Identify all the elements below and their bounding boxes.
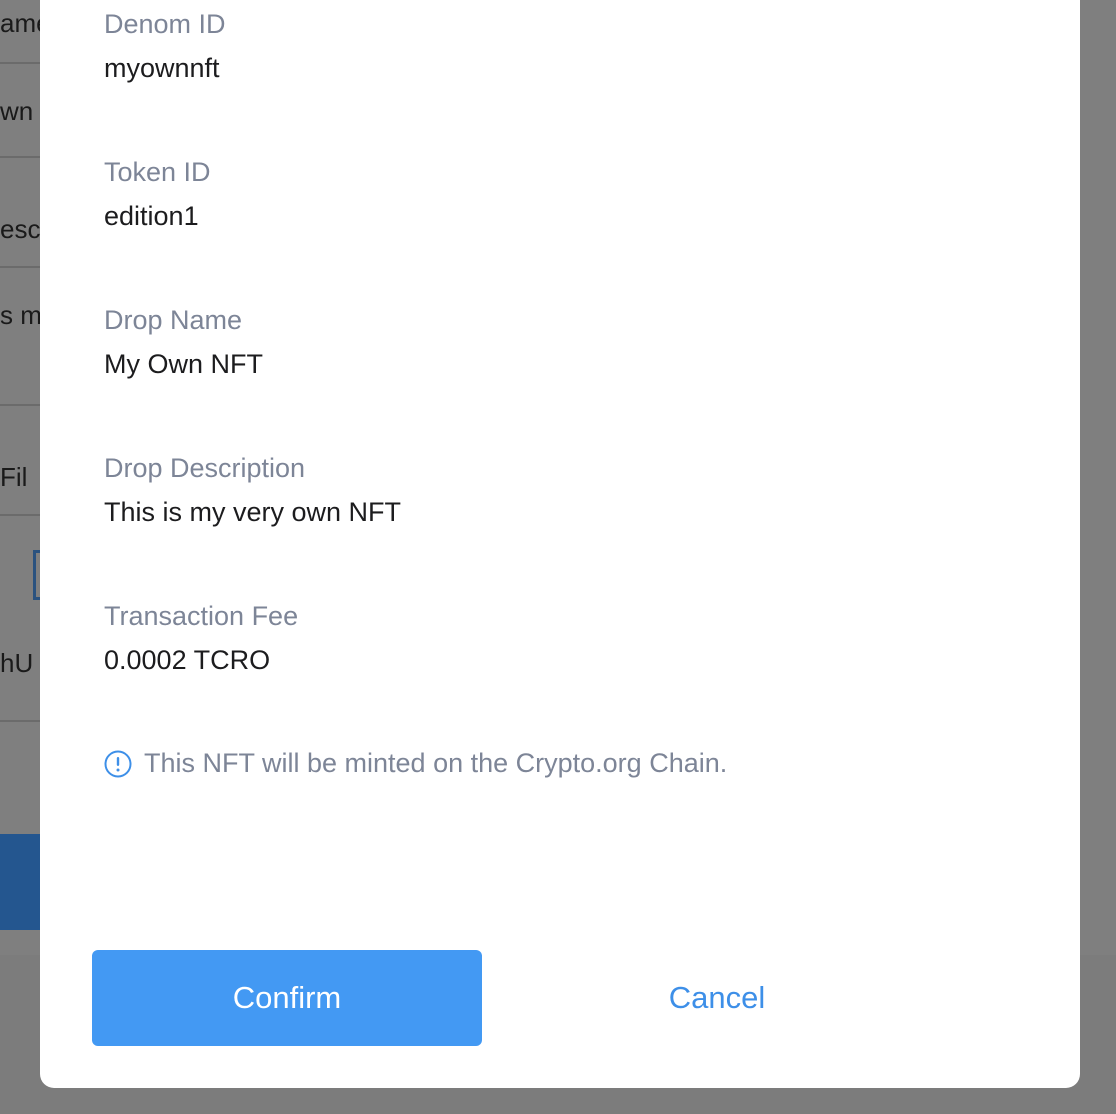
field-label: Drop Name bbox=[104, 305, 243, 335]
background-divider bbox=[0, 404, 40, 406]
field-label: Drop Description bbox=[104, 453, 306, 483]
field-transaction-fee: Transaction Fee 0.0002 TCRO bbox=[104, 600, 298, 676]
field-drop-description: Drop Description This is my very own NFT bbox=[104, 452, 401, 528]
background-upload-box bbox=[33, 550, 40, 600]
cancel-button[interactable]: Cancel bbox=[522, 950, 912, 1046]
field-value: My Own NFT bbox=[104, 349, 263, 379]
background-divider bbox=[0, 720, 40, 722]
field-value: This is my very own NFT bbox=[104, 497, 402, 527]
background-text-fragment: hU bbox=[0, 648, 34, 678]
background-text-fragment: esc bbox=[0, 214, 41, 244]
field-label: Token ID bbox=[104, 157, 211, 187]
background-divider bbox=[0, 156, 40, 158]
field-drop-name: Drop Name My Own NFT bbox=[104, 304, 263, 380]
background-text-fragment: Fil bbox=[0, 462, 28, 492]
background-divider bbox=[0, 266, 40, 268]
field-token-id: Token ID edition1 bbox=[104, 156, 211, 232]
background-text-fragment: wn bbox=[0, 96, 34, 126]
field-value: myownnft bbox=[104, 53, 220, 83]
confirm-mint-modal: Denom ID myownnft Token ID edition1 Drop… bbox=[40, 0, 1080, 1088]
field-label: Denom ID bbox=[104, 9, 226, 39]
info-circle-icon bbox=[104, 750, 132, 778]
field-label: Transaction Fee bbox=[104, 601, 299, 631]
info-text: This NFT will be minted on the Crypto.or… bbox=[144, 748, 728, 778]
background-text-fragment: s m bbox=[0, 300, 42, 330]
background-divider bbox=[0, 62, 40, 64]
info-notice: This NFT will be minted on the Crypto.or… bbox=[104, 748, 727, 779]
field-denom-id: Denom ID myownnft bbox=[104, 8, 226, 84]
field-value: 0.0002 TCRO bbox=[104, 645, 271, 675]
background-button bbox=[0, 834, 40, 930]
confirm-button[interactable]: Confirm bbox=[92, 950, 482, 1046]
background-divider bbox=[0, 514, 40, 516]
field-value: edition1 bbox=[104, 201, 199, 231]
